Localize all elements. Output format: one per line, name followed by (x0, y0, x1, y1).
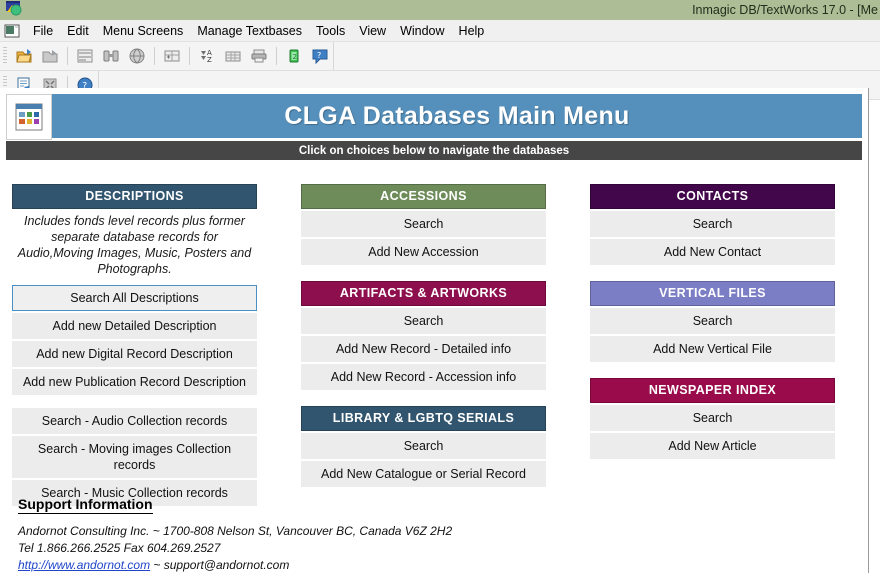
button-add-new-vertical-file[interactable]: Add New Vertical File (590, 336, 835, 362)
button-accessions-search[interactable]: Search (301, 211, 546, 237)
toolbar-separator (67, 47, 68, 65)
column-contacts-vertical-newspaper: CONTACTS Search Add New Contact VERTICAL… (590, 184, 835, 459)
application-window: Inmagic DB/TextWorks 17.0 - [Me File Edi… (0, 0, 880, 573)
section-contacts: CONTACTS Search Add New Contact (590, 184, 835, 265)
primary-toolbar: A Z 2 ? (0, 42, 880, 71)
support-heading: Support Information (18, 496, 153, 514)
report-grid-icon[interactable] (220, 44, 246, 68)
section-header-newspaper-index: NEWSPAPER INDEX (590, 378, 835, 403)
menu-bar: File Edit Menu Screens Manage Textbases … (0, 20, 880, 42)
section-header-vertical-files: VERTICAL FILES (590, 281, 835, 306)
section-header-contacts: CONTACTS (590, 184, 835, 209)
menu-item-tools[interactable]: Tools (309, 22, 352, 40)
button-search-moving-images-collection-records[interactable]: Search - Moving images Collection record… (12, 436, 257, 478)
section-vertical-files: VERTICAL FILES Search Add New Vertical F… (590, 281, 835, 362)
window-title: Inmagic DB/TextWorks 17.0 - [Me (692, 3, 878, 17)
menu-item-file[interactable]: File (26, 22, 60, 40)
column-descriptions: DESCRIPTIONS Includes fonds level record… (12, 184, 257, 506)
menu-item-menu-screens[interactable]: Menu Screens (96, 22, 191, 40)
svg-text:2: 2 (293, 53, 297, 61)
title-bar: Inmagic DB/TextWorks 17.0 - [Me (0, 0, 880, 20)
button-add-new-record-detailed-info[interactable]: Add New Record - Detailed info (301, 336, 546, 362)
button-library-search[interactable]: Search (301, 433, 546, 459)
section-accessions: ACCESSIONS Search Add New Accession (301, 184, 546, 265)
button-add-new-catalogue-or-serial-record[interactable]: Add New Catalogue or Serial Record (301, 461, 546, 487)
menu-item-manage-textbases[interactable]: Manage Textbases (190, 22, 309, 40)
support-phone: Tel 1.866.266.2525 Fax 604.269.2527 (18, 541, 221, 555)
banner-subtitle-bar: Click on choices below to navigate the d… (6, 141, 862, 160)
toolbar-separator (276, 47, 277, 65)
support-email-text: ~ support@andornot.com (150, 558, 290, 572)
open-textbase-icon[interactable] (11, 44, 37, 68)
support-information: Support Information Andornot Consulting … (18, 496, 658, 573)
svg-text:?: ? (317, 51, 321, 60)
edit-table-icon[interactable] (159, 44, 185, 68)
sort-az-icon[interactable]: A Z (194, 44, 220, 68)
menu-screen-icon (6, 94, 52, 140)
section-newspaper-index: NEWSPAPER INDEX Search Add New Article (590, 378, 835, 459)
support-lines: Andornot Consulting Inc. ~ 1700-808 Nels… (18, 523, 658, 573)
find-binoculars-icon[interactable] (98, 44, 124, 68)
button-contacts-search[interactable]: Search (590, 211, 835, 237)
button-add-new-digital-record-description[interactable]: Add new Digital Record Description (12, 341, 257, 367)
section-header-library-lgbtq-serials: LIBRARY & LGBTQ SERIALS (301, 406, 546, 431)
button-add-new-detailed-description[interactable]: Add new Detailed Description (12, 313, 257, 339)
section-library-lgbtq-serials: LIBRARY & LGBTQ SERIALS Search Add New C… (301, 406, 546, 487)
button-search-audio-collection-records[interactable]: Search - Audio Collection records (12, 408, 257, 434)
toolbar-separator (154, 47, 155, 65)
section-header-artifacts-artworks: ARTIFACTS & ARTWORKS (301, 281, 546, 306)
print-icon[interactable] (246, 44, 272, 68)
support-website-link[interactable]: http://www.andornot.com (18, 558, 150, 572)
button-add-new-contact[interactable]: Add New Contact (590, 239, 835, 265)
close-textbase-icon[interactable] (37, 44, 63, 68)
document-window-icon[interactable] (2, 23, 22, 39)
support-address: Andornot Consulting Inc. ~ 1700-808 Nels… (18, 524, 453, 538)
svg-text:Z: Z (207, 56, 212, 64)
menu-item-window[interactable]: Window (393, 22, 451, 40)
button-artifacts-search[interactable]: Search (301, 308, 546, 334)
menu-item-view[interactable]: View (352, 22, 393, 40)
app-window-icon (3, 0, 25, 20)
menu-screen-content: CLGA Databases Main Menu Click on choice… (0, 88, 869, 573)
menu-item-help[interactable]: Help (452, 22, 492, 40)
menu-item-edit[interactable]: Edit (60, 22, 96, 40)
section-descriptions: DESCRIPTIONS Includes fonds level record… (12, 184, 257, 506)
page-title: CLGA Databases Main Menu (284, 101, 630, 130)
banner-subtitle: Click on choices below to navigate the d… (298, 144, 570, 157)
section-header-accessions: ACCESSIONS (301, 184, 546, 209)
toolbar-grip[interactable] (3, 47, 7, 65)
globe-search-icon[interactable] (124, 44, 150, 68)
button-add-new-accession[interactable]: Add New Accession (301, 239, 546, 265)
batch-modify-icon[interactable]: 2 (281, 44, 307, 68)
section-artifacts-artworks: ARTIFACTS & ARTWORKS Search Add New Reco… (301, 281, 546, 390)
banner: CLGA Databases Main Menu (6, 94, 862, 140)
section-header-descriptions: DESCRIPTIONS (12, 184, 257, 209)
section-description-text: Includes fonds level records plus former… (17, 214, 252, 276)
help-question-icon[interactable]: ? (307, 44, 333, 68)
button-newspaper-search[interactable]: Search (590, 405, 835, 431)
button-vertical-files-search[interactable]: Search (590, 308, 835, 334)
support-contact-line: http://www.andornot.com ~ support@andorn… (18, 557, 658, 573)
banner-bar: CLGA Databases Main Menu (52, 94, 862, 138)
button-add-new-article[interactable]: Add New Article (590, 433, 835, 459)
new-record-icon[interactable] (72, 44, 98, 68)
column-accessions-artifacts-library: ACCESSIONS Search Add New Accession ARTI… (301, 184, 546, 487)
toolbar-separator (189, 47, 190, 65)
button-add-new-record-accession-info[interactable]: Add New Record - Accession info (301, 364, 546, 390)
button-search-all-descriptions[interactable]: Search All Descriptions (12, 285, 257, 311)
button-add-new-publication-record-description[interactable]: Add new Publication Record Description (12, 369, 257, 395)
menu-columns: DESCRIPTIONS Includes fonds level record… (0, 160, 868, 506)
